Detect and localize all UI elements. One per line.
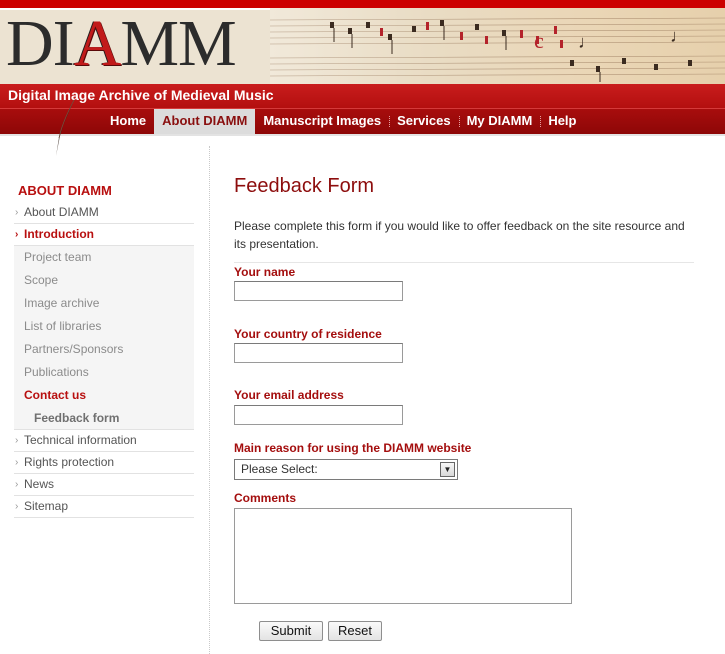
chevron-down-icon[interactable]: ▼ [440, 462, 455, 477]
sidebar-item-about-diamm[interactable]: › About DIAMM [14, 202, 194, 224]
intro-divider [234, 262, 694, 263]
main-content: Feedback Form Please complete this form … [234, 170, 694, 641]
submit-button[interactable]: Submit [259, 621, 323, 641]
sidebar-item-introduction[interactable]: › Introduction [14, 224, 194, 246]
email-input[interactable] [234, 405, 403, 425]
sidebar-item-label: News [24, 477, 55, 491]
page-title: Feedback Form [234, 175, 375, 197]
tagline-bar: Digital Image Archive of Medieval Music [0, 84, 725, 108]
site-tagline: Digital Image Archive of Medieval Music [8, 87, 274, 103]
sidebar-item-feedback-form[interactable]: Feedback form [14, 407, 194, 430]
sidebar-item-technical-information[interactable]: › Technical information [14, 430, 194, 452]
chevron-right-icon: › [15, 229, 19, 240]
sidebar-item-label: Technical information [24, 433, 137, 447]
sidebar-item-contact-us[interactable]: Contact us [14, 384, 194, 407]
svg-text:♩: ♩ [670, 26, 688, 46]
name-input[interactable] [234, 281, 403, 301]
sidebar-item-partners-sponsors[interactable]: Partners/Sponsors [14, 338, 194, 361]
sidebar-item-rights-protection[interactable]: › Rights protection [14, 452, 194, 474]
comments-textarea[interactable] [234, 508, 572, 604]
sidebar-item-label: About DIAMM [24, 205, 99, 219]
reset-button[interactable]: Reset [328, 621, 382, 641]
sidebar-item-list-of-libraries[interactable]: List of libraries [14, 315, 194, 338]
name-label: Your name [234, 265, 296, 279]
nav-tab-home[interactable]: Home [102, 109, 154, 134]
chevron-right-icon: › [15, 479, 19, 490]
sidebar-item-sitemap[interactable]: › Sitemap [14, 496, 194, 518]
sidebar-item-scope[interactable]: Scope [14, 269, 194, 292]
nav-tab-services[interactable]: Services [389, 109, 459, 134]
nav-tab-help[interactable]: Help [540, 109, 584, 134]
sidebar: ABOUT DIAMM › About DIAMM › Introduction P… [14, 180, 194, 518]
site-banner: c ♩ ♩ DIAMM Digital Image Archive of Med… [0, 0, 725, 108]
column-divider [209, 146, 210, 654]
main-navigation: Home About DIAMM Manuscript Images Servi… [0, 108, 725, 134]
comments-label: Comments [234, 491, 297, 505]
logo-text-di: DI [6, 7, 75, 80]
chevron-right-icon: › [15, 501, 19, 512]
logo-text-mm: MM [120, 7, 236, 80]
chevron-right-icon: › [15, 457, 19, 468]
sidebar-item-label: Introduction [24, 227, 94, 241]
reason-select-value: Please Select: [241, 462, 318, 476]
sidebar-item-project-team[interactable]: Project team [14, 246, 194, 269]
diamm-logo[interactable]: DIAMM [6, 6, 237, 82]
chevron-right-icon: › [15, 207, 19, 218]
svg-text:c: c [534, 28, 544, 53]
quill-decoration-icon [56, 96, 76, 156]
country-input[interactable] [234, 343, 403, 363]
nav-shadow-line [0, 134, 725, 136]
intro-text: Please complete this form if you would l… [234, 219, 685, 251]
music-notation-illustration: c ♩ ♩ [269, 17, 725, 82]
sidebar-item-news[interactable]: › News [14, 474, 194, 496]
country-label: Your country of residence [234, 327, 382, 341]
manuscript-background-image: c ♩ ♩ [269, 8, 725, 84]
sidebar-item-label: Rights protection [24, 455, 115, 469]
svg-text:♩: ♩ [578, 32, 596, 52]
nav-tab-manuscript-images[interactable]: Manuscript Images [255, 109, 389, 134]
sidebar-item-image-archive[interactable]: Image archive [14, 292, 194, 315]
nav-tab-my-diamm[interactable]: My DIAMM [458, 109, 541, 134]
sidebar-heading: ABOUT DIAMM [18, 183, 112, 198]
sidebar-menu: › About DIAMM › Introduction Project team … [14, 202, 194, 518]
reason-label: Main reason for using the DIAMM website [234, 441, 472, 455]
reason-select[interactable]: Please Select: ▼ [234, 459, 458, 480]
sidebar-item-label: Sitemap [24, 499, 69, 513]
email-label: Your email address [234, 388, 344, 402]
chevron-right-icon: › [15, 435, 19, 446]
nav-tab-about-diamm[interactable]: About DIAMM [154, 109, 256, 134]
sidebar-item-publications[interactable]: Publications [14, 361, 194, 384]
logo-illuminated-letter: A [73, 7, 122, 80]
